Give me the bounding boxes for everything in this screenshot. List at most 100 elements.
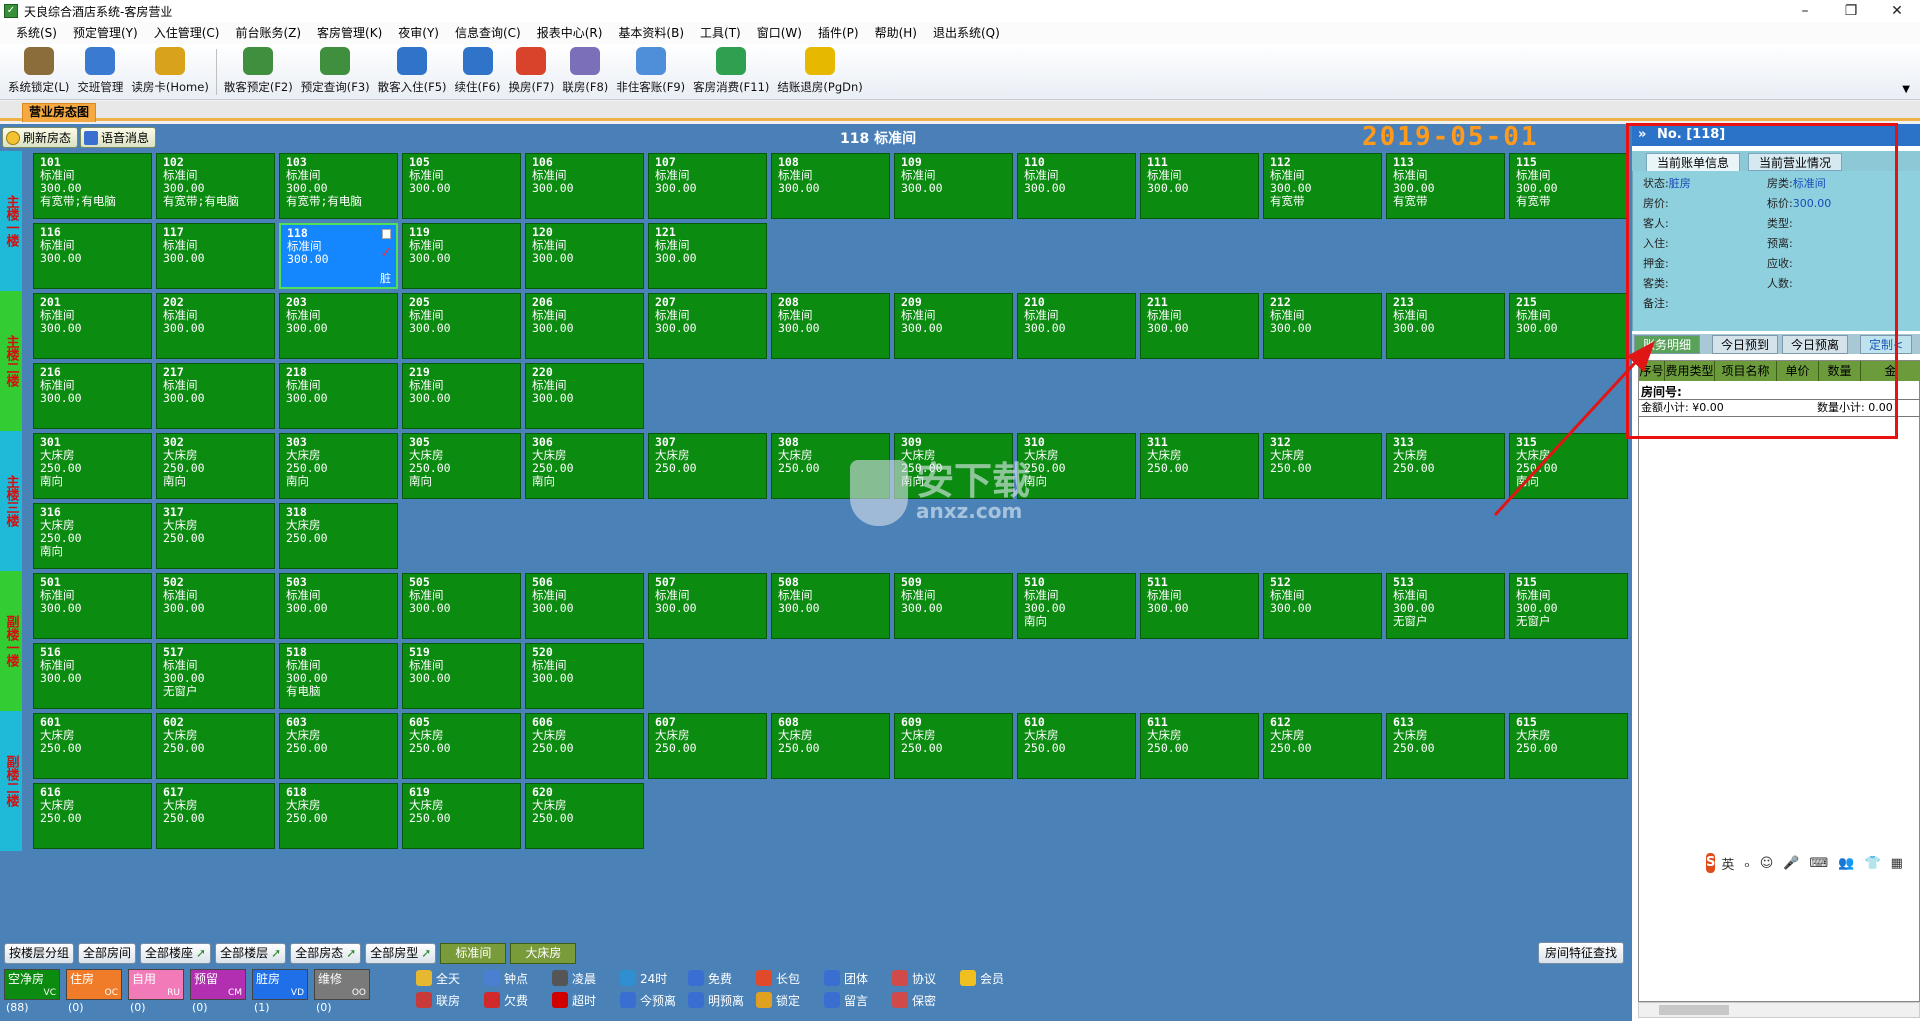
room-tile[interactable]: 106 标准间 300.00 xyxy=(525,153,644,219)
menu-base-data[interactable]: 基本资料(B) xyxy=(610,22,692,44)
flag-filter[interactable]: 欠费 xyxy=(484,991,528,1009)
flag-filter[interactable]: 锁定 xyxy=(756,991,800,1009)
room-tile[interactable]: 603 大床房 250.00 xyxy=(279,713,398,779)
room-tile[interactable]: 515 标准间 300.00 无窗户 xyxy=(1509,573,1628,639)
room-tile[interactable]: 101 标准间 300.00 有宽带;有电脑 xyxy=(33,153,152,219)
filter-button-4[interactable]: 全部房态 ➚ xyxy=(290,942,362,964)
toolbar-button-9[interactable]: 非住客账(F9) xyxy=(612,47,689,99)
room-feature-search-button[interactable]: 房间特征查找 xyxy=(1537,942,1624,964)
flag-filter[interactable]: 协议 xyxy=(892,969,936,987)
room-tile[interactable]: 115 标准间 300.00 有宽带 xyxy=(1509,153,1628,219)
flag-filter[interactable]: 24时 xyxy=(620,969,667,987)
legend-status[interactable]: 自用 RU xyxy=(128,969,184,1000)
room-tile[interactable]: 217 标准间 300.00 xyxy=(156,363,275,429)
room-tile[interactable]: 201 标准间 300.00 xyxy=(33,293,152,359)
room-tile[interactable]: 613 大床房 250.00 xyxy=(1386,713,1505,779)
flag-filter[interactable]: 联房 xyxy=(416,991,460,1009)
room-tile[interactable]: 607 大床房 250.00 xyxy=(648,713,767,779)
room-tile[interactable]: 516 标准间 300.00 xyxy=(33,643,152,709)
room-tile[interactable]: 202 标准间 300.00 xyxy=(156,293,275,359)
room-tile[interactable]: 509 标准间 300.00 xyxy=(894,573,1013,639)
room-tile[interactable]: 611 大床房 250.00 xyxy=(1140,713,1259,779)
close-button[interactable]: ✕ xyxy=(1874,0,1920,22)
flag-filter[interactable]: 钟点 xyxy=(484,969,528,987)
room-tile[interactable]: 108 标准间 300.00 xyxy=(771,153,890,219)
menu-night-audit[interactable]: 夜审(Y) xyxy=(390,22,447,44)
ime-icon[interactable]: ⌨ xyxy=(1810,856,1829,871)
toolbar-button-8[interactable]: 联房(F8) xyxy=(558,47,612,99)
tab-today-departures[interactable]: 今日预离 xyxy=(1782,335,1849,354)
room-tile[interactable]: 102 标准间 300.00 有宽带;有电脑 xyxy=(156,153,275,219)
ime-toolbar[interactable]: S 英 ₒ ☺ 🎤 ⌨ 👥 👕 ▦ xyxy=(1700,850,1912,876)
room-tile[interactable]: 218 标准间 300.00 xyxy=(279,363,398,429)
room-tile[interactable]: 616 大床房 250.00 xyxy=(33,783,152,849)
room-tile[interactable]: 216 标准间 300.00 xyxy=(33,363,152,429)
room-tile[interactable]: 317 大床房 250.00 xyxy=(156,503,275,569)
room-tile[interactable]: 212 标准间 300.00 xyxy=(1263,293,1382,359)
room-tile[interactable]: 618 大床房 250.00 xyxy=(279,783,398,849)
ime-icon[interactable]: 英 xyxy=(1721,854,1734,873)
menu-checkin[interactable]: 入住管理(C) xyxy=(146,22,228,44)
room-tile[interactable]: 215 标准间 300.00 xyxy=(1509,293,1628,359)
scrollbar-thumb[interactable] xyxy=(1659,1005,1729,1015)
room-tile[interactable]: 111 标准间 300.00 xyxy=(1140,153,1259,219)
room-tile[interactable]: 318 大床房 250.00 xyxy=(279,503,398,569)
toolbar-button-2[interactable]: 读房卡(Home) xyxy=(127,47,212,99)
room-tile[interactable]: 601 大床房 250.00 xyxy=(33,713,152,779)
ime-icon[interactable]: ☺ xyxy=(1760,856,1774,871)
refresh-room-status-button[interactable]: 刷新房态 xyxy=(2,127,79,148)
toolbar-button-6[interactable]: 续住(F6) xyxy=(451,47,505,99)
menu-booking[interactable]: 预定管理(Y) xyxy=(65,22,146,44)
legend-status[interactable]: 预留 CM xyxy=(190,969,246,1000)
sogou-icon[interactable]: S xyxy=(1706,853,1716,873)
toolbar-button-11[interactable]: 结账退房(PgDn) xyxy=(773,47,866,99)
flag-filter[interactable]: 会员 xyxy=(960,969,1004,987)
room-tile[interactable]: 213 标准间 300.00 xyxy=(1386,293,1505,359)
tab-account-details[interactable]: 账务明细 xyxy=(1634,335,1701,354)
toolbar-button-10[interactable]: 客房消费(F11) xyxy=(689,47,773,99)
room-tile[interactable]: 615 大床房 250.00 xyxy=(1509,713,1628,779)
menu-system[interactable]: 系统(S) xyxy=(8,22,65,44)
room-tile[interactable]: 512 标准间 300.00 xyxy=(1263,573,1382,639)
room-tile[interactable]: 316 大床房 250.00 南向 xyxy=(33,503,152,569)
flag-filter[interactable]: 今预离 xyxy=(620,991,676,1009)
room-tile[interactable]: 302 大床房 250.00 南向 xyxy=(156,433,275,499)
floor-label[interactable]: 主楼一楼 xyxy=(0,151,22,291)
room-tile[interactable]: 120 标准间 300.00 xyxy=(525,223,644,289)
room-tile[interactable]: 610 大床房 250.00 xyxy=(1017,713,1136,779)
room-tile[interactable]: 602 大床房 250.00 xyxy=(156,713,275,779)
flag-filter[interactable]: 留言 xyxy=(824,991,868,1009)
room-tile[interactable]: 110 标准间 300.00 xyxy=(1017,153,1136,219)
flag-filter[interactable]: 保密 xyxy=(892,991,936,1009)
tab-current-bill[interactable]: 当前账单信息 xyxy=(1646,153,1741,171)
room-tile[interactable]: 315 大床房 250.00 南向 xyxy=(1509,433,1628,499)
room-tile[interactable]: 220 标准间 300.00 xyxy=(525,363,644,429)
maximize-button[interactable]: ❐ xyxy=(1828,0,1874,22)
flag-filter[interactable]: 免费 xyxy=(688,969,732,987)
room-tile[interactable]: 113 标准间 300.00 有宽带 xyxy=(1386,153,1505,219)
room-tile[interactable]: 309 大床房 250.00 南向 xyxy=(894,433,1013,499)
menu-tools[interactable]: 工具(T) xyxy=(692,22,749,44)
room-tile[interactable]: 117 标准间 300.00 xyxy=(156,223,275,289)
toolbar-button-7[interactable]: 换房(F7) xyxy=(504,47,558,99)
legend-status[interactable]: 空净房 VC xyxy=(4,969,60,1000)
toolbar-button-3[interactable]: 散客预定(F2) xyxy=(220,47,297,99)
room-tile[interactable]: 503 标准间 300.00 xyxy=(279,573,398,639)
room-tile[interactable]: 107 标准间 300.00 xyxy=(648,153,767,219)
ime-icon[interactable]: 🎤 xyxy=(1783,856,1799,871)
voice-message-button[interactable]: 语音消息 xyxy=(80,127,157,148)
menu-exit[interactable]: 退出系统(Q) xyxy=(925,22,1008,44)
room-tile[interactable]: 620 大床房 250.00 xyxy=(525,783,644,849)
flag-filter[interactable]: 凌晨 xyxy=(552,969,596,987)
toolbar-dropdown-icon[interactable]: ▼ xyxy=(1902,84,1910,95)
room-tile[interactable]: 303 大床房 250.00 南向 xyxy=(279,433,398,499)
room-tile[interactable]: 612 大床房 250.00 xyxy=(1263,713,1382,779)
room-tile[interactable]: 301 大床房 250.00 南向 xyxy=(33,433,152,499)
menu-plugins[interactable]: 插件(P) xyxy=(810,22,867,44)
room-tile[interactable]: 513 标准间 300.00 无窗户 xyxy=(1386,573,1505,639)
filter-button-3[interactable]: 全部楼层 ➚ xyxy=(215,942,287,964)
floor-label[interactable]: 主楼三楼 xyxy=(0,431,22,571)
menu-window[interactable]: 窗口(W) xyxy=(749,22,810,44)
room-tile[interactable]: 209 标准间 300.00 xyxy=(894,293,1013,359)
flag-filter[interactable]: 超时 xyxy=(552,991,596,1009)
